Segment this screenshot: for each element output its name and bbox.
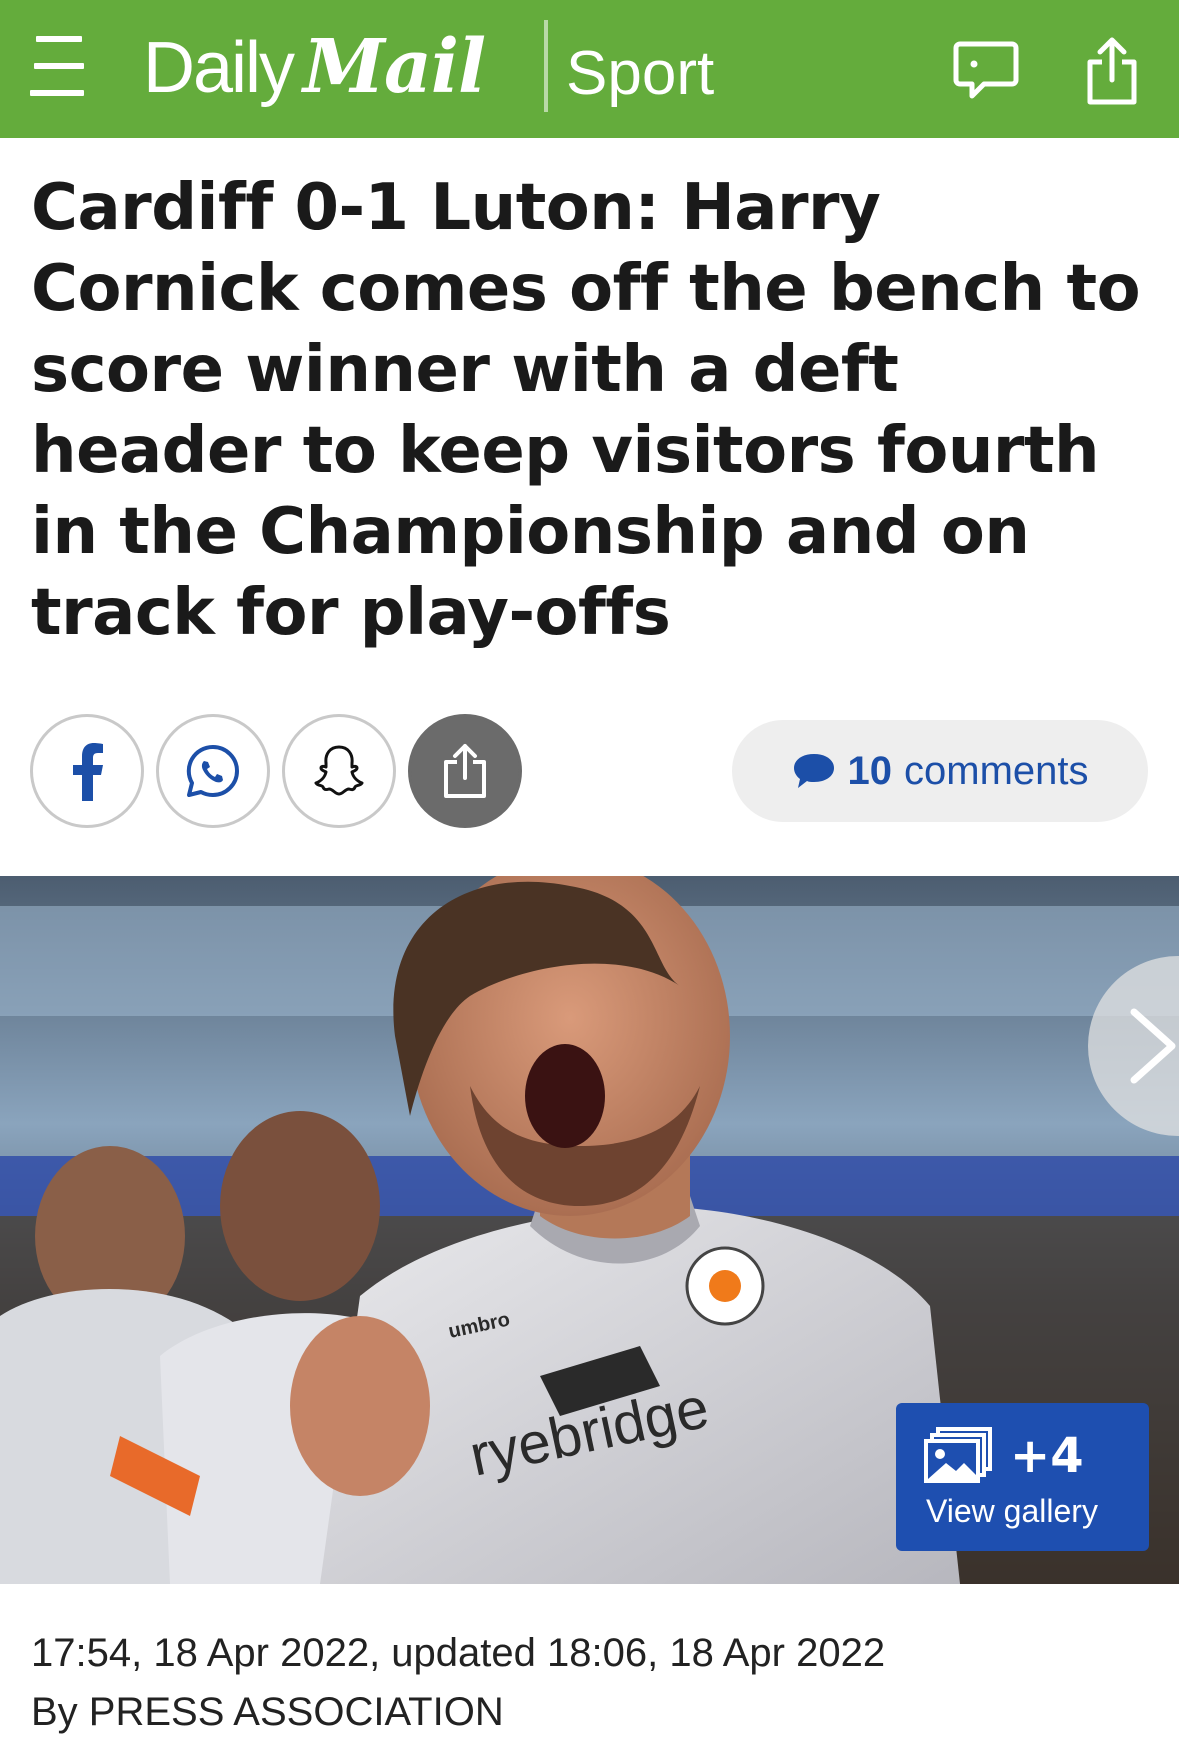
section-name[interactable]: Sport xyxy=(566,38,714,109)
share-icon[interactable] xyxy=(1076,34,1148,106)
comments-count: 10 xyxy=(847,748,893,793)
gallery-label: View gallery xyxy=(926,1493,1098,1529)
whatsapp-share-button[interactable] xyxy=(156,714,270,828)
facebook-icon xyxy=(73,743,103,801)
facebook-share-button[interactable] xyxy=(30,714,144,828)
site-logo[interactable]: Daily Mail xyxy=(143,24,486,110)
snapchat-share-button[interactable] xyxy=(282,714,396,828)
comments-label: comments xyxy=(904,748,1089,793)
article-main-photo[interactable]: ryebridge umbro +4 View gallery xyxy=(0,876,1179,1584)
social-share-row xyxy=(30,714,522,828)
comments-button[interactable]: 10 comments xyxy=(732,720,1148,822)
whatsapp-icon xyxy=(186,744,239,797)
top-navigation-bar: Daily Mail Sport xyxy=(0,0,1179,138)
logo-divider xyxy=(544,20,548,112)
chevron-right-icon xyxy=(1130,1008,1176,1084)
menu-icon[interactable] xyxy=(30,36,88,96)
snapchat-icon xyxy=(314,745,364,796)
gallery-count: +4 xyxy=(1010,1428,1084,1484)
logo-mail: Mail xyxy=(303,24,486,110)
speech-bubble-icon xyxy=(793,754,834,788)
view-gallery-button[interactable]: +4 View gallery xyxy=(896,1403,1149,1551)
article-timestamp: 17:54, 18 Apr 2022, updated 18:06, 18 Ap… xyxy=(31,1631,886,1675)
share-icon xyxy=(444,744,486,798)
article-headline: Cardiff 0-1 Luton: Harry Cornick comes o… xyxy=(31,171,1141,650)
gallery-icon xyxy=(924,1427,992,1483)
comments-icon[interactable] xyxy=(950,34,1022,106)
article-byline[interactable]: By PRESS ASSOCIATION xyxy=(31,1690,504,1735)
more-share-button[interactable] xyxy=(408,714,522,828)
logo-daily: Daily xyxy=(143,28,295,108)
